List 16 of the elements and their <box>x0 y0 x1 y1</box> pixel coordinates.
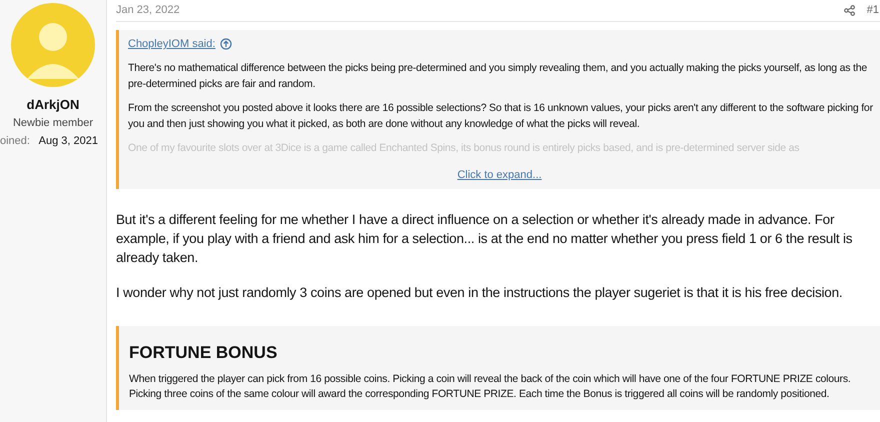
jump-up-icon[interactable] <box>220 38 232 50</box>
quote-author-link[interactable]: ChopleyIOM said: <box>128 36 216 52</box>
username[interactable]: dArkjON <box>26 95 80 114</box>
joined-label: oined: <box>0 134 30 149</box>
post-number[interactable]: #1 <box>866 2 880 19</box>
quote-heading: FORTUNE BONUS <box>129 342 278 364</box>
share-icon[interactable] <box>844 5 855 16</box>
quote-paragraph: There's no mathematical difference between the picks being pre-determined and you simply revealing them, and you actually making the picks yourself, as long as the pre-determined picks are fair and random. <box>128 61 868 92</box>
quote-paragraph: When triggered the player can pick from 16 possible coins. Picking a coin will reveal the back of the coin which will have one of the four FORTUNE PRIZE colours. Picking three coins of the same colour will award the corresponding FORTUNE PRIZE. Each time the Bonus is triggered all coins will be randomly positioned. <box>129 372 852 402</box>
post-paragraph: But it's a different feeling for me whether I have a direct influence on a selection or whether it's already made in advance. For example, if you play with a friend and ask him for a selection... is at the end no matter whether you press field 1 or 6 the result is already taken. <box>116 211 854 267</box>
expand-link[interactable]: Click to expand... <box>457 167 542 183</box>
quote-paragraph: From the screenshot you posted above it looks there are 16 possible selections? So that is 16 unknown values, your picks aren't any different to the software picking for you and then just showing you what it picked, as both are done without any knowledge of what the picks will reveal. <box>128 101 874 132</box>
user-title: Newbie member <box>12 116 94 130</box>
post-date[interactable]: Jan 23, 2022 <box>116 2 180 19</box>
post-paragraph: I wonder why not just randomly 3 coins are opened but even in the instructions the player sugeriet is that it is his free decision. <box>116 284 844 302</box>
joined-date: Aug 3, 2021 <box>38 134 98 149</box>
